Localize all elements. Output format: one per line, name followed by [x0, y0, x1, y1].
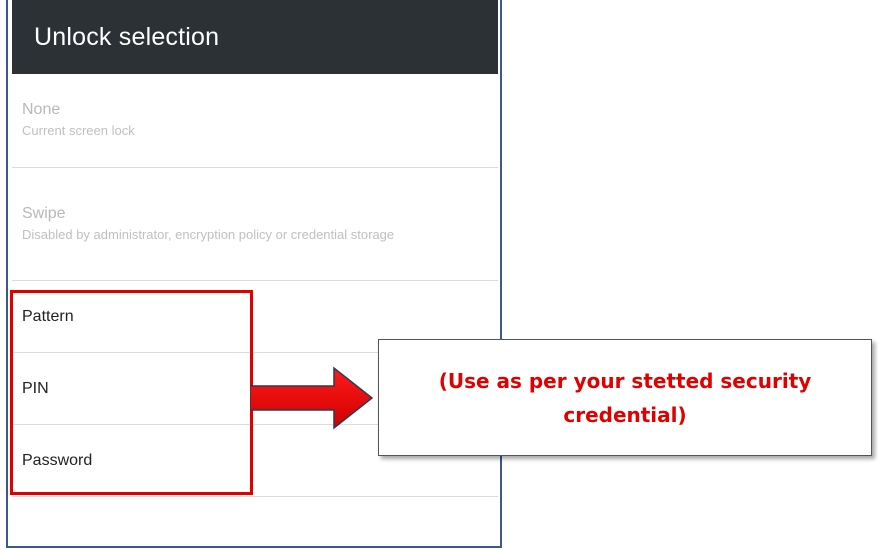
- highlight-box: [10, 290, 253, 495]
- option-none-subtitle: Current screen lock: [22, 123, 135, 138]
- option-none[interactable]: None Current screen lock: [12, 74, 498, 168]
- page-title: Unlock selection: [34, 22, 220, 51]
- option-none-title: None: [22, 101, 61, 118]
- callout-text: (Use as per your stetted security creden…: [438, 368, 812, 427]
- option-swipe[interactable]: Swipe Disabled by administrator, encrypt…: [12, 168, 498, 281]
- instruction-callout: (Use as per your stetted security creden…: [378, 339, 872, 456]
- option-swipe-title: Swipe: [22, 204, 66, 222]
- right-arrow-icon: [250, 366, 374, 430]
- app-bar: Unlock selection: [12, 0, 498, 74]
- option-swipe-subtitle: Disabled by administrator, encryption po…: [22, 226, 395, 242]
